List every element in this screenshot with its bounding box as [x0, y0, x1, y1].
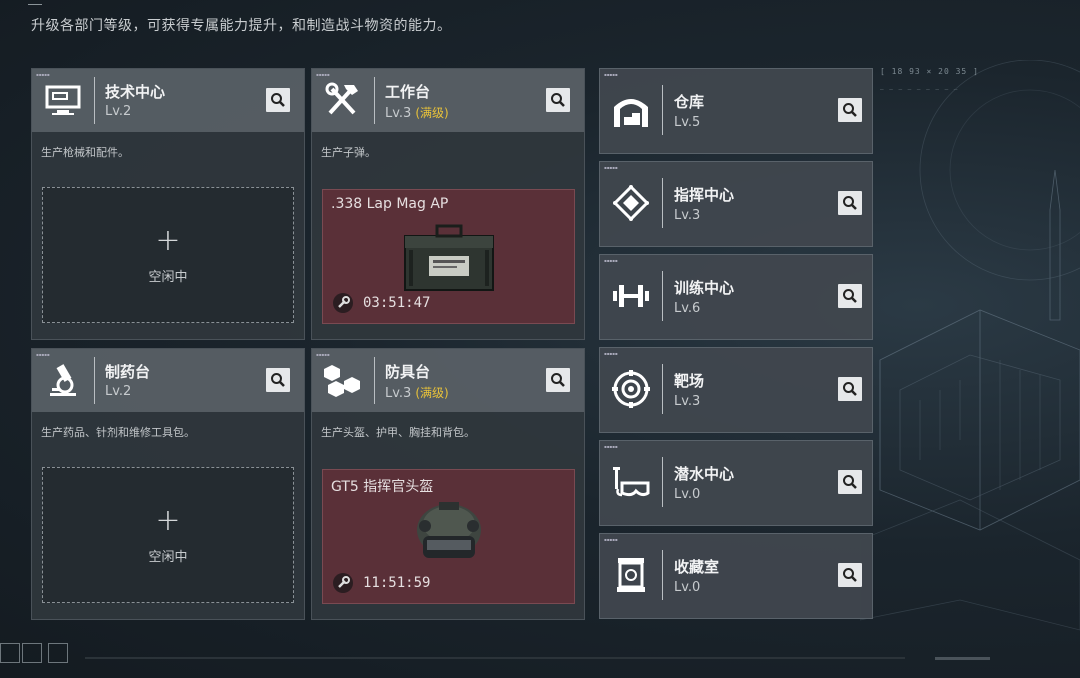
magnifier-icon: [843, 568, 857, 582]
helmet-image: [417, 502, 481, 558]
command-chip-icon: [612, 184, 650, 222]
add-icon: +: [155, 223, 181, 258]
search-button[interactable]: [266, 368, 290, 392]
display-case-icon: [617, 558, 645, 592]
department-card-workbench[interactable]: ▪▪▪▪▪ 工作台 Lv.3 (满级) 生产子弹。 .338 Lap Mag AP: [311, 68, 585, 340]
search-button[interactable]: [838, 377, 862, 401]
magnifier-icon: [843, 289, 857, 303]
hammer-wrench-icon: [325, 82, 358, 115]
department-item-command-center[interactable]: ▪▪▪▪▪ 指挥中心 Lv.3: [599, 161, 873, 247]
search-button[interactable]: [838, 284, 862, 308]
item-title: 靶场: [674, 372, 705, 390]
microscope-icon: [50, 364, 76, 396]
max-level-badge: (满级): [415, 106, 449, 120]
monitor-icon: [45, 85, 81, 115]
production-slot-empty[interactable]: + 空闲中: [42, 187, 294, 323]
item-title: 仓库: [674, 93, 705, 111]
search-button[interactable]: [838, 191, 862, 215]
production-timer: 03:51:47: [363, 295, 431, 311]
item-level: Lv.5: [674, 115, 701, 130]
card-title: 工作台: [385, 83, 431, 101]
card-title: 防具台: [385, 363, 431, 381]
hud-square: [22, 643, 42, 663]
product-name: .338 Lap Mag AP: [331, 196, 449, 212]
department-item-warehouse[interactable]: ▪▪▪▪▪ 仓库 Lv.5: [599, 68, 873, 154]
item-level: Lv.3: [674, 394, 701, 409]
magnifier-icon: [271, 373, 285, 387]
card-level: Lv.3 (满级): [385, 106, 449, 121]
department-card-armor-bench[interactable]: ▪▪▪▪▪ 防具台 Lv.3 (满级) 生产头盔、护甲、胸挂和背包。 GT5 指挥…: [311, 348, 585, 620]
hud-progress-marker: [935, 657, 990, 660]
department-item-training-center[interactable]: ▪▪▪▪▪ 训练中心 Lv.6: [599, 254, 873, 340]
magnifier-icon: [551, 373, 565, 387]
card-description: 生产子弹。: [321, 146, 376, 159]
city-backdrop-image: [860, 60, 1080, 631]
ammo-box-image: [404, 224, 494, 291]
add-icon: +: [155, 503, 181, 538]
card-title: 制药台: [105, 363, 151, 381]
product-name: GT5 指挥官头盔: [331, 479, 434, 495]
top-divider: [28, 4, 42, 5]
card-level: Lv.2: [105, 384, 132, 399]
search-button[interactable]: [838, 470, 862, 494]
department-item-shooting-range[interactable]: ▪▪▪▪▪ 靶场 Lv.3: [599, 347, 873, 433]
hud-square: [48, 643, 68, 663]
card-header: ▪▪▪▪▪ 制药台 Lv.2: [32, 349, 304, 412]
wrench-icon: [333, 293, 353, 313]
coordinate-readout: [ 18 93 × 20 35 ]: [880, 67, 979, 76]
wrench-icon: [333, 573, 353, 593]
card-level: Lv.2: [105, 104, 132, 119]
search-button[interactable]: [546, 88, 570, 112]
coordinate-subtext: — — — — — — — — —: [880, 86, 959, 93]
department-item-collection-room[interactable]: ▪▪▪▪▪ 收藏室 Lv.0: [599, 533, 873, 619]
target-icon: [612, 370, 650, 408]
item-title: 指挥中心: [674, 186, 735, 204]
search-button[interactable]: [266, 88, 290, 112]
idle-label: 空闲中: [148, 550, 188, 565]
cubes-icon: [324, 365, 360, 397]
department-card-tech-center[interactable]: ▪▪▪▪▪ 技术中心 Lv.2 生产枪械和配件。 + 空闲中: [31, 68, 305, 340]
item-title: 训练中心: [674, 279, 735, 297]
search-button[interactable]: [546, 368, 570, 392]
page-intro: 升级各部门等级，可获得专属能力提升，和制造战斗物资的能力。: [31, 18, 452, 34]
item-level: Lv.0: [674, 487, 701, 502]
magnifier-icon: [271, 93, 285, 107]
card-description: 生产药品、针剂和维修工具包。: [41, 426, 195, 439]
magnifier-icon: [843, 103, 857, 117]
magnifier-icon: [843, 475, 857, 489]
production-slot-active[interactable]: .338 Lap Mag AP 03:51:47: [322, 189, 575, 324]
department-card-pharmacy[interactable]: ▪▪▪▪▪ 制药台 Lv.2 生产药品、针剂和维修工具包。 + 空闲中: [31, 348, 305, 620]
card-header: ▪▪▪▪▪ 技术中心 Lv.2: [32, 69, 304, 132]
item-title: 潜水中心: [674, 465, 735, 483]
search-button[interactable]: [838, 98, 862, 122]
item-title: 收藏室: [674, 558, 720, 576]
card-header: ▪▪▪▪▪ 工作台 Lv.3 (满级): [312, 69, 584, 132]
diving-mask-icon: [613, 467, 650, 497]
production-timer: 11:51:59: [363, 575, 431, 591]
production-slot-active[interactable]: GT5 指挥官头盔 11:51:59: [322, 469, 575, 604]
department-item-diving-center[interactable]: ▪▪▪▪▪ 潜水中心 Lv.0: [599, 440, 873, 526]
warehouse-icon: [614, 99, 648, 127]
card-description: 生产头盔、护甲、胸挂和背包。: [321, 426, 475, 439]
magnifier-icon: [551, 93, 565, 107]
hud-progress-track: [85, 657, 905, 659]
card-header: ▪▪▪▪▪ 防具台 Lv.3 (满级): [312, 349, 584, 412]
item-level: Lv.0: [674, 580, 701, 595]
production-slot-empty[interactable]: + 空闲中: [42, 467, 294, 603]
magnifier-icon: [843, 196, 857, 210]
item-level: Lv.6: [674, 301, 701, 316]
max-level-badge: (满级): [415, 386, 449, 400]
dumbbell-icon: [613, 285, 649, 307]
hud-square: [0, 643, 20, 663]
magnifier-icon: [843, 382, 857, 396]
card-description: 生产枪械和配件。: [41, 146, 129, 159]
card-level: Lv.3 (满级): [385, 386, 449, 401]
item-level: Lv.3: [674, 208, 701, 223]
card-title: 技术中心: [105, 83, 166, 101]
idle-label: 空闲中: [148, 270, 188, 285]
search-button[interactable]: [838, 563, 862, 587]
